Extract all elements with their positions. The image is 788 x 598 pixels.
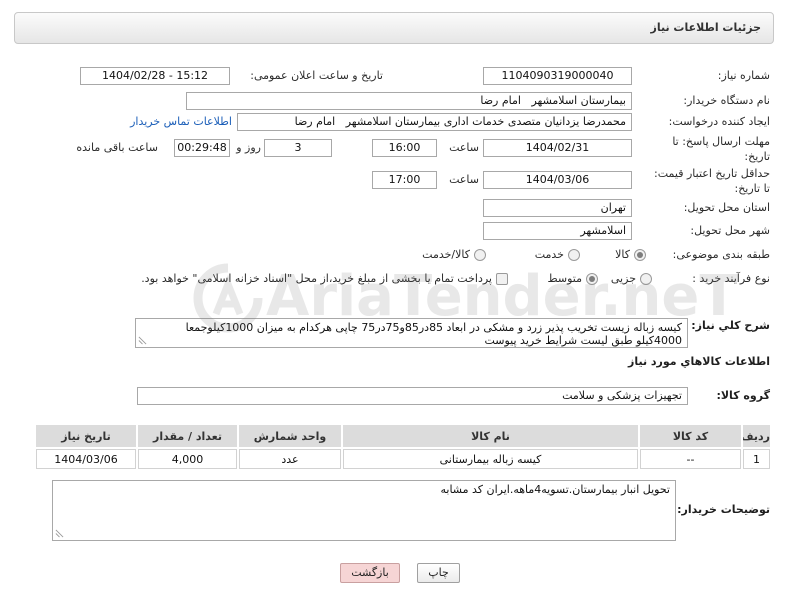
radio-goods[interactable] <box>634 249 646 261</box>
radio-goods-service[interactable] <box>474 249 486 261</box>
reply-deadline-time-label: ساعت <box>449 141 479 154</box>
resize-grip-icon[interactable] <box>55 529 64 538</box>
buyer-notes-text: تحویل انبار بیمارستان.تسویه4ماهه.ایران ک… <box>440 483 671 496</box>
column-header-unit: واحد شمارش <box>239 425 341 447</box>
need-number-field[interactable]: 1104090319000040 <box>483 67 632 85</box>
buyer-contact-link[interactable]: اطلاعات تماس خریدار <box>130 115 232 129</box>
delivery-city-label: شهر محل تحویل: <box>690 224 770 237</box>
radio-medium-label: متوسط <box>547 272 582 285</box>
price-validity-label-line1: حداقل تاریخ اعتبار قیمت: <box>654 167 770 180</box>
radio-minor[interactable] <box>640 273 652 285</box>
cell-quantity: 4,000 <box>138 449 237 469</box>
buyer-org-field[interactable]: بیمارستان اسلامشهر امام رضا <box>186 92 632 110</box>
price-validity-time-label: ساعت <box>449 173 479 186</box>
radio-goods-label: کالا <box>615 248 630 261</box>
delivery-city-field[interactable]: اسلامشهر <box>483 222 632 240</box>
column-header-goods-name: نام کالا <box>343 425 638 447</box>
table-row: 1 -- کیسه زباله بیمارستانی عدد 4,000 140… <box>36 449 770 469</box>
description-textarea[interactable]: کیسه زباله زیست تخریب پذیر زرد و مشکی در… <box>135 318 688 348</box>
back-button[interactable]: بازگشت <box>340 563 400 583</box>
cell-need-date: 1404/03/06 <box>36 449 136 469</box>
announce-datetime-label: تاریخ و ساعت اعلان عمومی: <box>250 69 383 82</box>
price-validity-time-field[interactable]: 17:00 <box>372 171 437 189</box>
remaining-time-label: ساعت باقی مانده <box>76 141 158 154</box>
price-validity-date-field[interactable]: 1404/03/06 <box>483 171 632 189</box>
delivery-province-field[interactable]: تهران <box>483 199 632 217</box>
subject-category-label: طبقه بندی موضوعی: <box>672 248 770 261</box>
reply-deadline-time-field[interactable]: 16:00 <box>372 139 437 157</box>
radio-goods-service-label: کالا/خدمت <box>422 248 470 261</box>
remaining-days-field[interactable]: 3 <box>264 139 332 157</box>
page-title: جزئیات اطلاعات نیاز <box>650 21 762 34</box>
price-validity-label: حداقل تاریخ اعتبار قیمت: تا تاریخ: <box>654 166 770 196</box>
delivery-province-label: استان محل تحویل: <box>683 201 770 214</box>
cell-goods-code: -- <box>640 449 741 469</box>
panel-header: جزئیات اطلاعات نیاز <box>14 12 774 44</box>
remaining-time-field[interactable]: 00:29:48 <box>174 139 230 157</box>
goods-table: ردیف کد کالا نام کالا واحد شمارش تعداد /… <box>34 423 772 471</box>
table-header-row: ردیف کد کالا نام کالا واحد شمارش تعداد /… <box>36 425 770 447</box>
cell-row-number: 1 <box>743 449 770 469</box>
reply-deadline-date-field[interactable]: 1404/02/31 <box>483 139 632 157</box>
need-number-label: شماره نیاز: <box>717 69 770 82</box>
price-validity-label-line2: تا تاریخ: <box>734 182 770 195</box>
requester-field[interactable]: محمدرضا یزدانیان متصدی خدمات اداری بیمار… <box>237 113 632 131</box>
reply-deadline-label-line2: تاریخ: <box>744 150 770 163</box>
treasury-checkbox-label: پرداخت تمام یا بخشی از مبلغ خرید،از محل … <box>141 272 492 285</box>
column-header-row-number: ردیف <box>743 425 770 447</box>
column-header-goods-code: کد کالا <box>640 425 741 447</box>
goods-section-heading: اطلاعات کالاهاي مورد نياز <box>628 355 770 368</box>
treasury-checkbox[interactable] <box>496 273 508 285</box>
purchase-type-label: نوع فرآیند خرید : <box>692 272 770 285</box>
cell-goods-name: کیسه زباله بیمارستانی <box>343 449 638 469</box>
goods-group-field[interactable]: تجهیزات پزشکی و سلامت <box>137 387 688 405</box>
column-header-quantity: تعداد / مقدار <box>138 425 237 447</box>
radio-medium[interactable] <box>586 273 598 285</box>
buyer-notes-label: توضیحات خریدار: <box>677 503 770 516</box>
buyer-notes-textarea[interactable]: تحویل انبار بیمارستان.تسویه4ماهه.ایران ک… <box>52 480 676 541</box>
print-button[interactable]: چاپ <box>417 563 460 583</box>
reply-deadline-label: مهلت ارسال پاسخ: تا تاریخ: <box>672 134 770 164</box>
column-header-need-date: تاریخ نیاز <box>36 425 136 447</box>
resize-grip-icon[interactable] <box>138 336 147 345</box>
buyer-org-label: نام دستگاه خریدار: <box>683 94 770 107</box>
radio-service-label: خدمت <box>534 248 564 261</box>
reply-deadline-label-line1: مهلت ارسال پاسخ: تا <box>672 135 770 148</box>
description-text: کیسه زباله زیست تخریب پذیر زرد و مشکی در… <box>185 321 682 347</box>
goods-group-label: گروه کالا: <box>716 389 770 402</box>
cell-unit: عدد <box>239 449 341 469</box>
radio-minor-label: جزیی <box>610 272 636 285</box>
description-label: شرح کلي نياز: <box>691 319 770 332</box>
radio-service[interactable] <box>568 249 580 261</box>
remaining-days-label: روز و <box>236 141 261 154</box>
announce-datetime-field[interactable]: 1404/02/28 - 15:12 <box>80 67 230 85</box>
requester-label: ایجاد کننده درخواست: <box>668 115 770 128</box>
